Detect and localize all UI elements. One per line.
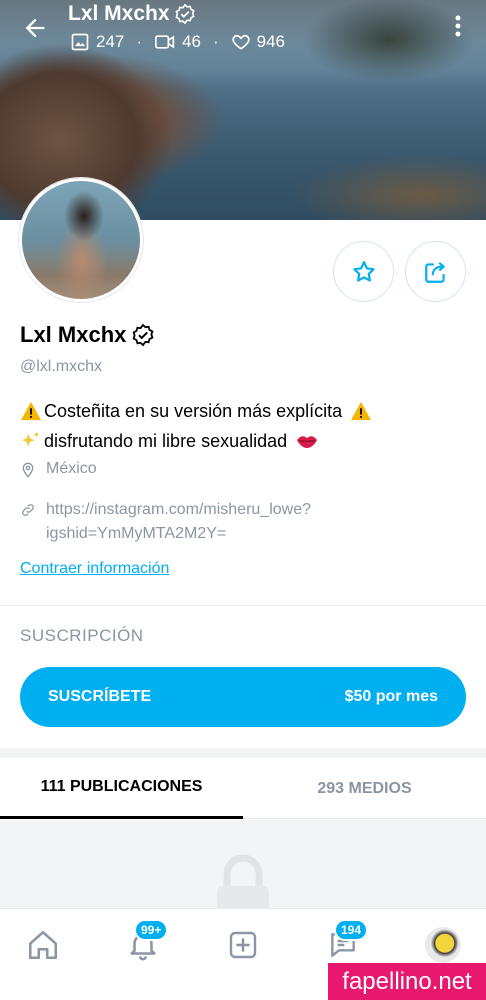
- messages-badge: 194: [334, 919, 369, 941]
- warning-icon: [21, 401, 41, 421]
- image-icon: [71, 33, 89, 51]
- nav-profile[interactable]: [421, 923, 465, 967]
- kiss-lips-icon: [297, 436, 318, 448]
- location-text: México: [46, 460, 97, 477]
- subscribe-button[interactable]: SUSCRÍBETE $50 por mes: [20, 667, 466, 727]
- nav-messages[interactable]: 194: [321, 919, 369, 967]
- top-bar: Lxl Mxchx 247 · 46 · 946: [0, 0, 486, 60]
- header-title: Lxl Mxchx: [68, 2, 196, 26]
- separator-dot: ·: [212, 32, 219, 51]
- back-button[interactable]: [20, 14, 50, 44]
- photos-stat: 247: [70, 32, 124, 52]
- share-icon: [424, 261, 445, 283]
- profile-avatar[interactable]: [19, 178, 143, 302]
- heart-icon: [231, 34, 250, 50]
- header-stats: 247 · 46 · 946: [70, 32, 285, 52]
- section-gap: [0, 748, 486, 758]
- link-text-line-1: https://instagram.com/misheru_lowe?: [46, 501, 311, 518]
- verified-icon: [132, 323, 154, 347]
- bio-line-2: disfrutando mi libre sexualidad: [20, 426, 372, 456]
- location-row: México: [20, 460, 97, 479]
- more-vert-icon: [455, 15, 461, 37]
- subscription-header: SUSCRIPCIÓN: [20, 626, 144, 645]
- nav-add-post[interactable]: [221, 923, 265, 967]
- link-text[interactable]: https://instagram.com/misheru_lowe? igsh…: [46, 498, 311, 546]
- more-options-button[interactable]: [450, 14, 466, 42]
- watermark: fapellino.net: [328, 963, 486, 1000]
- locked-content-area: [0, 820, 486, 930]
- videos-stat: 46: [154, 32, 201, 52]
- videos-count: 46: [182, 32, 201, 51]
- section-divider: [0, 605, 486, 606]
- sparkles-icon: [21, 431, 40, 447]
- header-title-text: Lxl Mxchx: [68, 2, 170, 25]
- link-icon: [22, 504, 34, 516]
- bio-line-1: Costeñita en su versión más explícita: [20, 396, 372, 426]
- add-square-icon: [229, 931, 257, 959]
- link-row[interactable]: https://instagram.com/misheru_lowe? igsh…: [20, 498, 311, 546]
- back-arrow-icon: [25, 18, 45, 38]
- profile-name-text: Lxl Mxchx: [20, 322, 127, 347]
- verified-icon: [174, 3, 195, 25]
- user-avatar: [425, 927, 461, 963]
- tab-media[interactable]: 293 MEDIOS: [243, 758, 486, 819]
- profile-name: Lxl Mxchx: [20, 322, 155, 348]
- profile-bio: Costeñita en su versión más explícita di…: [20, 396, 372, 456]
- bio-text-1: Costeñita en su versión más explícita: [44, 401, 343, 421]
- warning-icon: [351, 401, 372, 421]
- bio-text-2: disfrutando mi libre sexualidad: [44, 431, 288, 451]
- nav-notifications[interactable]: 99+: [121, 919, 169, 967]
- profile-handle: @lxl.mxchx: [20, 358, 103, 375]
- content-tabs: 111 PUBLICACIONES 293 MEDIOS: [0, 758, 486, 819]
- likes-count: 946: [256, 32, 286, 51]
- likes-stat: 946: [231, 32, 285, 52]
- video-icon: [155, 35, 175, 49]
- share-button[interactable]: [405, 241, 466, 302]
- tab-publications[interactable]: 111 PUBLICACIONES: [0, 758, 243, 819]
- link-text-line-2: igshid=YmMyMTA2M2Y=: [46, 525, 227, 542]
- location-icon: [22, 462, 34, 478]
- home-icon: [28, 930, 58, 960]
- separator-dot: ·: [136, 32, 143, 51]
- notifications-badge: 99+: [134, 919, 169, 941]
- subscribe-price: $50 por mes: [344, 688, 438, 705]
- collapse-info-link[interactable]: Contraer información: [20, 560, 169, 578]
- favorite-button[interactable]: [333, 241, 394, 302]
- subscribe-label: SUSCRÍBETE: [48, 688, 152, 705]
- photos-count: 247: [96, 32, 125, 51]
- nav-home[interactable]: [21, 923, 65, 967]
- star-icon: [352, 260, 375, 282]
